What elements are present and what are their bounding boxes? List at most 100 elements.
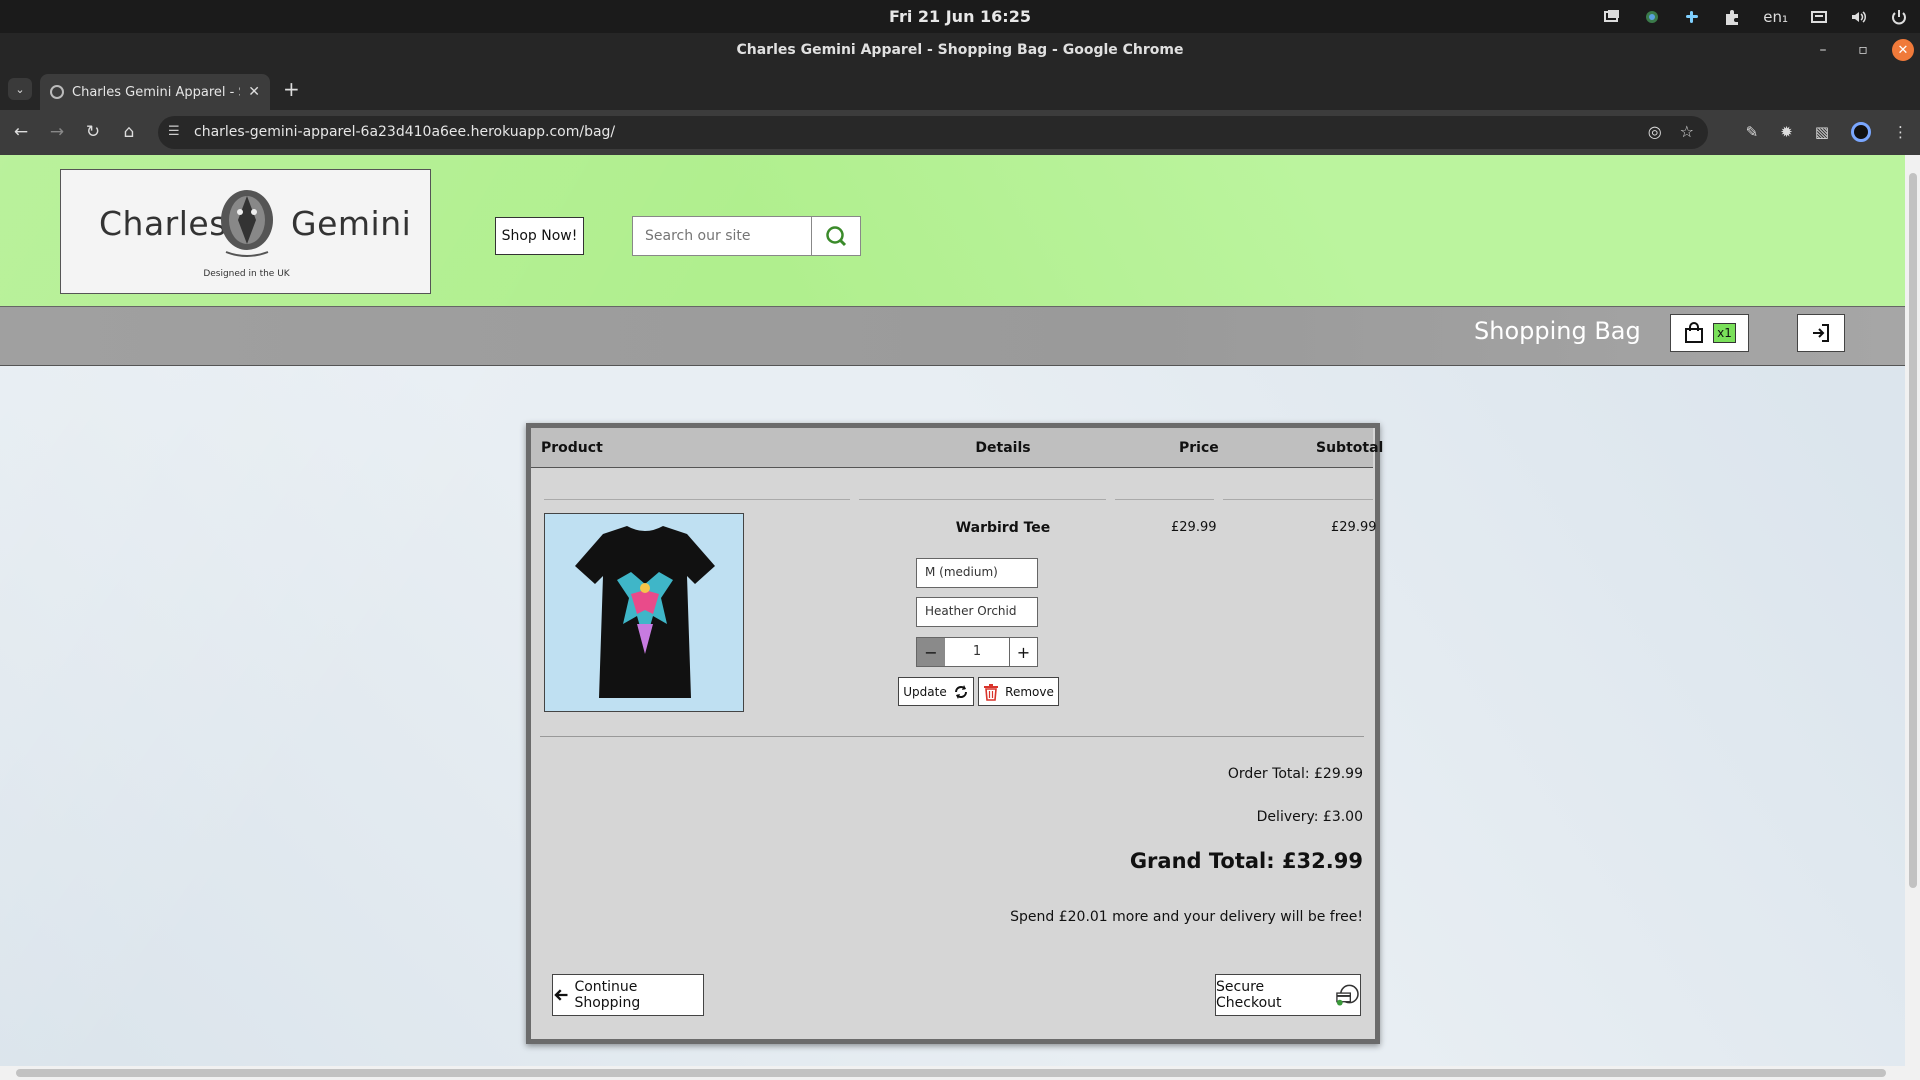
reload-icon[interactable]: ↻ bbox=[82, 121, 104, 143]
continue-shopping-button[interactable]: Continue Shopping bbox=[552, 974, 704, 1016]
slack-icon[interactable] bbox=[1683, 6, 1701, 28]
increment-plus-icon[interactable]: + bbox=[1009, 638, 1037, 666]
secure-card-icon bbox=[1336, 984, 1359, 1006]
order-total: Order Total: £29.99 bbox=[1227, 766, 1363, 782]
search-button[interactable] bbox=[811, 216, 861, 256]
size-field[interactable]: M (medium) bbox=[916, 558, 1038, 588]
os-top-bar: Fri 21 Jun 16:25 en₁ bbox=[0, 0, 1920, 33]
shopping-bag-panel: Product Details Price Subtotal Warbird T… bbox=[526, 423, 1383, 1044]
url-text[interactable]: charles-gemini-apparel-6a23d410a6ee.hero… bbox=[194, 124, 615, 140]
remove-label: Remove bbox=[1005, 684, 1054, 699]
search-icon bbox=[826, 226, 847, 247]
globe-icon bbox=[50, 85, 64, 99]
product-subtotal: £29.99 bbox=[1331, 520, 1377, 535]
delivery-cost: Delivery: £3.00 bbox=[1256, 809, 1363, 825]
eye-slash-icon[interactable]: ◎ bbox=[1648, 122, 1662, 141]
colour-field[interactable]: Heather Orchid bbox=[916, 597, 1038, 627]
divider bbox=[540, 736, 1364, 737]
product-price: £29.99 bbox=[1171, 520, 1217, 535]
logo-tagline: Designed in the UK bbox=[203, 269, 290, 279]
puzzle-icon[interactable] bbox=[1723, 6, 1741, 28]
maximize-icon[interactable]: ▫ bbox=[1852, 39, 1874, 61]
extension-gear-icon[interactable]: ✹ bbox=[1780, 123, 1793, 141]
omnibox-actions: ◎ ☆ bbox=[1648, 122, 1694, 141]
page-title: Shopping Bag bbox=[1474, 317, 1641, 345]
site-logo[interactable]: Charles Gemini Designed in the UK bbox=[60, 169, 431, 294]
shop-now-button[interactable]: Shop Now! bbox=[495, 217, 584, 255]
quantity-stepper: − 1 + bbox=[916, 637, 1038, 667]
shopping-bag-icon bbox=[1685, 322, 1704, 343]
vertical-scrollbar[interactable] bbox=[1905, 155, 1920, 1066]
update-button[interactable]: Update bbox=[898, 677, 974, 706]
divider bbox=[1115, 499, 1214, 500]
divider bbox=[1223, 499, 1373, 500]
free-delivery-message: Spend £20.01 more and your delivery will… bbox=[1010, 909, 1363, 925]
sign-in-icon bbox=[1813, 324, 1829, 342]
bookmark-star-icon[interactable]: ☆ bbox=[1680, 122, 1694, 141]
grand-total: Grand Total: £32.99 bbox=[1129, 849, 1363, 873]
secure-checkout-button[interactable]: Secure Checkout bbox=[1215, 974, 1361, 1016]
tab-title: Charles Gemini Apparel - Shopping Bag bbox=[72, 84, 240, 100]
shopping-bag-button[interactable]: x1 bbox=[1670, 314, 1749, 352]
extension-pen-icon[interactable]: ✎ bbox=[1746, 123, 1759, 141]
decrement-minus-icon[interactable]: − bbox=[917, 638, 945, 666]
logo-text-left: Charles bbox=[99, 204, 227, 243]
sub-header: Shopping Bag x1 bbox=[0, 307, 1905, 366]
login-button[interactable] bbox=[1797, 314, 1845, 352]
page-viewport: Charles Gemini Designed in the UK Shop N… bbox=[0, 155, 1905, 1066]
tab-search-chevron-icon[interactable]: ⌄ bbox=[8, 78, 32, 100]
column-header-price: Price bbox=[1179, 440, 1219, 456]
divider bbox=[544, 499, 850, 500]
close-window-icon[interactable]: ✕ bbox=[1892, 39, 1914, 61]
tab-strip: ⌄ Charles Gemini Apparel - Shopping Bag … bbox=[0, 68, 1920, 110]
forward-arrow-icon[interactable]: → bbox=[46, 121, 68, 143]
minimize-icon[interactable]: – bbox=[1812, 39, 1834, 61]
secure-checkout-label: Secure Checkout bbox=[1216, 979, 1282, 1011]
continue-shopping-label: Continue Shopping bbox=[574, 979, 641, 1011]
column-header-details: Details bbox=[975, 440, 1031, 456]
remove-button[interactable]: Remove bbox=[978, 677, 1059, 706]
new-tab-plus-icon[interactable]: + bbox=[283, 79, 300, 99]
site-header: Charles Gemini Designed in the UK Shop N… bbox=[0, 155, 1905, 307]
bag-table: Product Details Price Subtotal Warbird T… bbox=[531, 428, 1383, 1039]
tshirt-image bbox=[575, 526, 715, 698]
window-controls: – ▫ ✕ bbox=[1812, 39, 1914, 61]
browser-toolbar: ← → ↻ ⌂ ☰ charles-gemini-apparel-6a23d41… bbox=[0, 110, 1920, 155]
update-label: Update bbox=[903, 684, 947, 699]
app-indicator-icon[interactable] bbox=[1643, 6, 1661, 28]
logo-text-right: Gemini bbox=[291, 204, 412, 243]
scrollbar-thumb[interactable] bbox=[16, 1069, 1886, 1077]
arrow-left-icon bbox=[554, 989, 568, 1001]
window-switcher-icon[interactable] bbox=[1603, 6, 1621, 28]
extension-icons: ✎ ✹ ▧ ⋮ bbox=[1746, 122, 1908, 142]
column-header-subtotal: Subtotal bbox=[1316, 440, 1384, 456]
search-input[interactable] bbox=[632, 216, 812, 256]
quantity-input[interactable]: 1 bbox=[945, 638, 1009, 666]
browser-title-bar: Charles Gemini Apparel - Shopping Bag - … bbox=[0, 33, 1920, 68]
keyboard-icon[interactable] bbox=[1810, 6, 1828, 28]
power-icon[interactable] bbox=[1890, 6, 1908, 28]
tab-close-icon[interactable]: ✕ bbox=[248, 84, 260, 100]
divider bbox=[859, 499, 1106, 500]
horizontal-scrollbar[interactable] bbox=[0, 1066, 1920, 1080]
language-indicator[interactable]: en₁ bbox=[1763, 6, 1788, 28]
back-arrow-icon[interactable]: ← bbox=[10, 121, 32, 143]
site-info-icon[interactable]: ☰ bbox=[168, 124, 180, 139]
active-tab[interactable]: Charles Gemini Apparel - Shopping Bag ✕ bbox=[40, 74, 270, 110]
logo-emblem-icon bbox=[221, 190, 273, 257]
product-image[interactable] bbox=[544, 513, 744, 712]
extensions-puzzle-icon[interactable]: ▧ bbox=[1815, 123, 1829, 141]
system-tray: en₁ bbox=[1603, 4, 1908, 30]
scrollbar-thumb[interactable] bbox=[1909, 173, 1917, 888]
column-header-product: Product bbox=[541, 440, 603, 456]
window-title: Charles Gemini Apparel - Shopping Bag - … bbox=[736, 42, 1184, 58]
menu-kebab-icon[interactable]: ⋮ bbox=[1893, 123, 1908, 141]
product-name: Warbird Tee bbox=[955, 520, 1051, 536]
trash-icon bbox=[984, 683, 999, 701]
table-header: Product Details Price Subtotal bbox=[531, 428, 1383, 468]
address-bar[interactable]: ☰ charles-gemini-apparel-6a23d410a6ee.he… bbox=[158, 116, 1708, 149]
refresh-icon bbox=[954, 684, 967, 699]
profile-avatar-icon[interactable] bbox=[1851, 122, 1871, 142]
volume-icon[interactable] bbox=[1850, 6, 1868, 28]
home-icon[interactable]: ⌂ bbox=[118, 121, 140, 143]
